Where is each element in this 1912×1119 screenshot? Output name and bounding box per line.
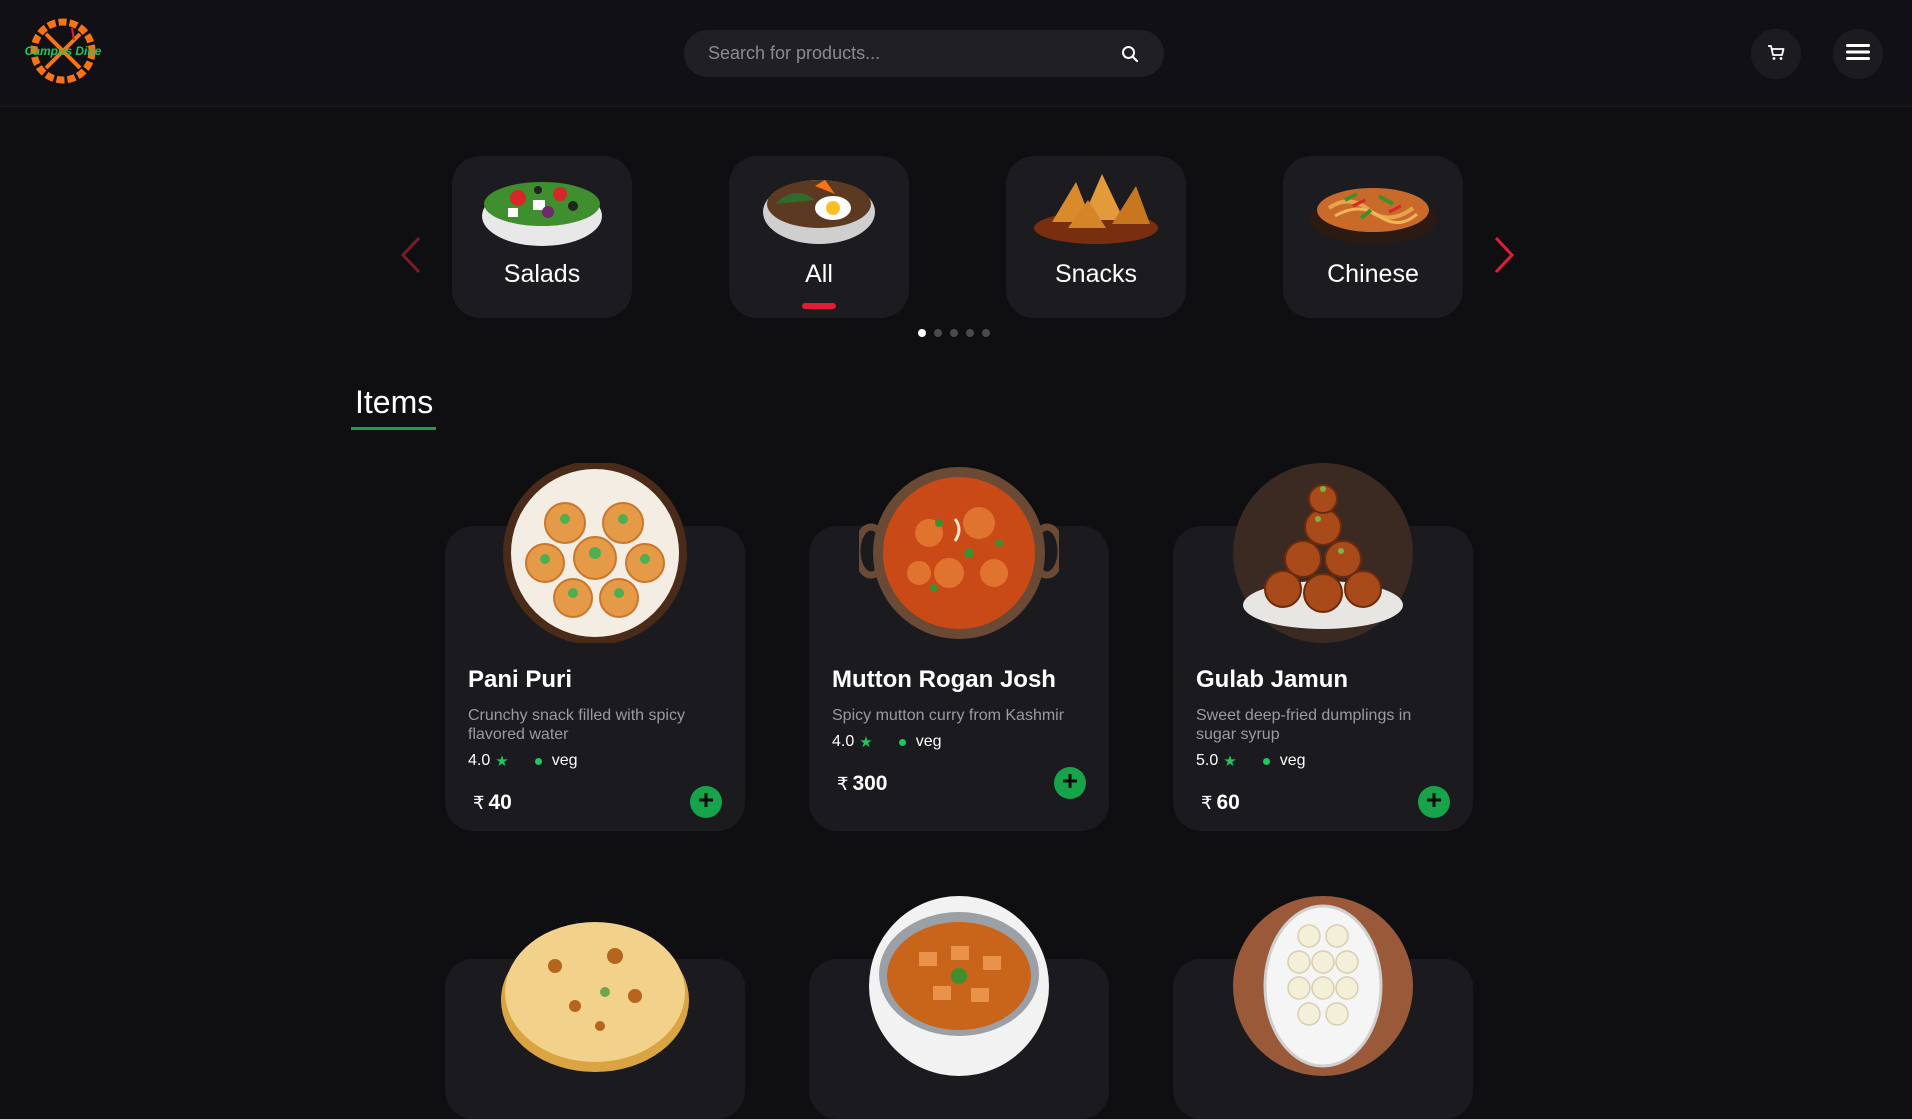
product-type: veg (915, 733, 942, 750)
product-description: Sweet deep-fried dumplings in sugar syru… (1196, 707, 1412, 743)
product-description: Spicy mutton curry from Kashmir (832, 707, 1065, 724)
search-bar (684, 30, 1164, 77)
star-icon: ★ (495, 753, 509, 770)
naan-image (495, 896, 695, 1076)
product-name: Gulab Jamun (1196, 666, 1349, 693)
veg-indicator-icon (1262, 757, 1270, 765)
product-card-pani-puri[interactable]: Pani Puri Crunchy snack filled with spic… (445, 461, 745, 831)
product-rating: 4.0 (468, 752, 491, 769)
cart-icon (1766, 42, 1786, 67)
paneer-curry-image (859, 896, 1059, 1076)
chevron-left-icon (397, 236, 427, 284)
menu-button[interactable] (1833, 29, 1883, 79)
product-price: ₹40 (473, 791, 512, 815)
product-meta: 4.0 ★ veg (832, 733, 942, 751)
add-to-cart-button[interactable] (1418, 786, 1450, 818)
noodles-plate-image (1309, 164, 1437, 250)
carousel-prev-button[interactable] (397, 230, 427, 280)
product-rating: 5.0 (1196, 752, 1219, 769)
category-label: Salads (503, 260, 581, 288)
product-card-mutton-rogan-josh[interactable]: Mutton Rogan Josh Spicy mutton curry fro… (809, 467, 1109, 831)
carousel-dot[interactable] (918, 329, 926, 337)
product-rating: 4.0 (832, 733, 855, 750)
product-price: ₹300 (837, 772, 888, 796)
salad-bowl-image (478, 164, 606, 250)
carousel-pagination (918, 329, 990, 337)
samosa-plate-image (1032, 164, 1160, 250)
pani-puri-image (495, 461, 695, 645)
mutton-rogan-josh-image (853, 463, 1065, 643)
logo-text: Campus Dine (25, 44, 102, 58)
category-chinese[interactable]: Chinese (1283, 156, 1463, 318)
product-price: ₹60 (1201, 791, 1240, 815)
product-card-gulab-jamun[interactable]: Gulab Jamun Sweet deep-fried dumplings i… (1173, 463, 1473, 831)
carousel-dot[interactable] (950, 329, 958, 337)
product-meta: 4.0 ★ veg (468, 752, 578, 770)
price-value: 300 (852, 772, 888, 795)
currency-symbol: ₹ (473, 793, 485, 813)
product-name: Pani Puri (468, 666, 573, 693)
product-card[interactable] (445, 922, 745, 1119)
plus-icon (1062, 773, 1078, 794)
product-meta: 5.0 ★ veg (1196, 752, 1306, 770)
price-value: 60 (1216, 791, 1240, 814)
rasgulla-image (1223, 896, 1423, 1076)
product-type: veg (551, 752, 578, 769)
cart-button[interactable] (1751, 29, 1801, 79)
product-card[interactable] (1173, 896, 1473, 1119)
plus-icon (1426, 792, 1442, 813)
star-icon: ★ (859, 734, 873, 751)
add-to-cart-button[interactable] (1054, 767, 1086, 799)
category-snacks[interactable]: Snacks (1006, 156, 1186, 318)
product-name: Mutton Rogan Josh (832, 666, 1056, 693)
hamburger-menu-icon (1845, 42, 1871, 67)
gulab-jamun-image (1223, 463, 1423, 643)
category-salads[interactable]: Salads (452, 156, 632, 318)
items-heading: Items (351, 384, 437, 430)
product-type: veg (1279, 752, 1306, 769)
add-to-cart-button[interactable] (690, 786, 722, 818)
chevron-right-icon (1488, 236, 1518, 284)
campus-dine-logo[interactable]: Campus Dine (24, 18, 102, 84)
price-value: 40 (488, 791, 512, 814)
mixed-bowl-image (755, 164, 883, 250)
product-card[interactable] (809, 896, 1109, 1119)
plus-icon (698, 792, 714, 813)
search-input[interactable] (684, 43, 1084, 64)
veg-indicator-icon (534, 757, 542, 765)
product-description: Crunchy snack filled with spicy flavored… (468, 707, 685, 743)
category-all[interactable]: All (729, 156, 909, 318)
veg-indicator-icon (898, 738, 906, 746)
category-label: Chinese (1327, 260, 1419, 288)
active-category-indicator (802, 303, 836, 309)
currency-symbol: ₹ (1201, 793, 1213, 813)
star-icon: ★ (1223, 753, 1237, 770)
carousel-dot[interactable] (966, 329, 974, 337)
category-label: Snacks (1055, 260, 1137, 288)
category-label: All (805, 260, 833, 288)
top-header: Campus Dine (0, 0, 1912, 107)
currency-symbol: ₹ (837, 774, 849, 794)
carousel-dot[interactable] (934, 329, 942, 337)
search-icon[interactable] (1118, 42, 1142, 66)
carousel-next-button[interactable] (1488, 230, 1518, 280)
carousel-dot[interactable] (982, 329, 990, 337)
